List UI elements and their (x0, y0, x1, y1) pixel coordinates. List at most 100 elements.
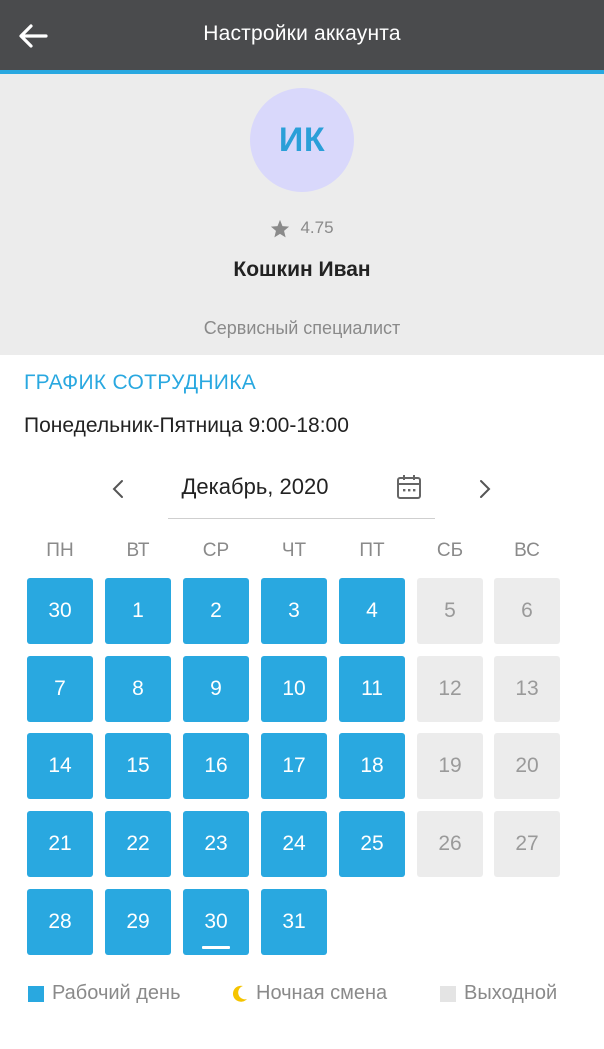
day-number: 15 (126, 754, 150, 777)
day-number: 4 (366, 599, 378, 622)
day-number: 20 (515, 754, 539, 777)
calendar-day-work[interactable]: 22 (105, 811, 171, 877)
calendar-day-work[interactable]: 30 (183, 889, 249, 955)
calendar-picker-button[interactable] (394, 472, 424, 502)
weekday-label: ПН (46, 540, 74, 561)
legend-night: Ночная смена (232, 982, 387, 1005)
work-day-swatch (28, 985, 44, 1002)
calendar-day-work[interactable]: 8 (105, 656, 171, 722)
day-number: 31 (282, 910, 306, 933)
calendar-day-off[interactable]: 6 (494, 578, 560, 644)
day-number: 30 (48, 599, 72, 622)
day-number: 10 (282, 677, 306, 700)
day-number: 8 (132, 677, 144, 700)
day-number: 12 (438, 677, 462, 700)
day-number: 6 (521, 599, 533, 622)
day-number: 27 (515, 832, 539, 855)
day-number: 16 (204, 754, 228, 777)
day-number: 9 (210, 677, 222, 700)
calendar-day-work[interactable]: 23 (183, 811, 249, 877)
calendar-day-off[interactable]: 12 (417, 656, 483, 722)
avatar-initials: ИК (278, 120, 326, 159)
user-name: Кошкин Иван (233, 258, 371, 281)
legend-night-label: Ночная смена (256, 982, 388, 1004)
calendar-day-work[interactable]: 30 (27, 578, 93, 644)
calendar-day-work[interactable]: 7 (27, 656, 93, 722)
calendar-day-work[interactable]: 24 (261, 811, 327, 877)
calendar-day-work[interactable]: 31 (261, 889, 327, 955)
calendar-day-work[interactable]: 1 (105, 578, 171, 644)
star-icon (271, 219, 290, 237)
calendar-day-work[interactable]: 28 (27, 889, 93, 955)
rating: 4.75 (0, 218, 604, 238)
weekday-label: ПТ (359, 540, 385, 561)
day-number: 29 (126, 910, 150, 933)
weekday-label: ЧТ (281, 540, 307, 561)
prev-month-button[interactable] (104, 474, 132, 504)
calendar-day-work[interactable]: 3 (261, 578, 327, 644)
user-role: Сервисный специалист (203, 318, 401, 338)
day-number: 24 (282, 832, 306, 855)
month-underline (168, 518, 435, 519)
schedule-title: ГРАФИК СОТРУДНИКА (24, 371, 257, 394)
day-number: 18 (360, 754, 384, 777)
calendar-day-off[interactable]: 5 (417, 578, 483, 644)
calendar-day-off[interactable]: 19 (417, 733, 483, 799)
page-title: Настройки аккаунта (203, 22, 401, 45)
calendar-day-work[interactable]: 9 (183, 656, 249, 722)
legend-off-label: Выходной (464, 982, 558, 1004)
legend-work: Рабочий день (28, 982, 181, 1005)
today-indicator (202, 946, 230, 949)
app-header: Настройки аккаунта (0, 0, 604, 70)
day-number: 5 (444, 599, 456, 622)
day-number: 3 (288, 599, 300, 622)
day-off-swatch (440, 985, 456, 1002)
weekday-header: ПН ВТ СР ЧТ ПТ СБ ВС (0, 540, 604, 564)
day-number: 2 (210, 599, 222, 622)
weekday-label: ВТ (126, 540, 150, 561)
day-number: 23 (204, 832, 228, 855)
calendar-day-work[interactable]: 29 (105, 889, 171, 955)
day-number: 19 (438, 754, 462, 777)
calendar-day-work[interactable]: 18 (339, 733, 405, 799)
chevron-left-icon (112, 480, 123, 498)
legend: Рабочий день Ночная смена Выходной (0, 980, 604, 1010)
calendar-day-work[interactable]: 16 (183, 733, 249, 799)
calendar-day-work[interactable]: 25 (339, 811, 405, 877)
rating-value: 4.75 (300, 218, 334, 237)
day-number: 14 (48, 754, 72, 777)
day-number: 28 (48, 910, 72, 933)
day-number: 25 (360, 832, 384, 855)
legend-work-label: Рабочий день (52, 982, 181, 1004)
calendar-day-off[interactable]: 26 (417, 811, 483, 877)
day-number: 7 (54, 677, 66, 700)
profile-card: ИК 4.75 Кошкин Иван Сервисный специалист (0, 74, 604, 355)
chevron-right-icon (480, 480, 491, 498)
calendar-day-work[interactable]: 4 (339, 578, 405, 644)
calendar-day-off[interactable]: 27 (494, 811, 560, 877)
avatar[interactable]: ИК (250, 88, 354, 192)
calendar-day-off[interactable]: 20 (494, 733, 560, 799)
legend-off: Выходной (440, 982, 557, 1005)
calendar-day-work[interactable]: 11 (339, 656, 405, 722)
day-number: 17 (282, 754, 306, 777)
moon-icon (232, 985, 247, 1002)
weekday-label: ВС (514, 540, 540, 561)
calendar-day-work[interactable]: 10 (261, 656, 327, 722)
next-month-button[interactable] (471, 474, 499, 504)
day-number: 11 (361, 677, 383, 700)
calendar-day-work[interactable]: 17 (261, 733, 327, 799)
day-number: 21 (48, 832, 72, 855)
month-label[interactable]: Декабрь, 2020 (150, 474, 360, 500)
calendar-day-work[interactable]: 2 (183, 578, 249, 644)
calendar-day-work[interactable]: 21 (27, 811, 93, 877)
day-number: 30 (204, 910, 228, 933)
calendar-day-work[interactable]: 15 (105, 733, 171, 799)
day-number: 22 (126, 832, 150, 855)
calendar-icon (397, 475, 421, 499)
calendar-day-work[interactable]: 14 (27, 733, 93, 799)
day-number: 1 (132, 599, 144, 622)
weekday-label: СБ (436, 540, 464, 561)
calendar-day-off[interactable]: 13 (494, 656, 560, 722)
schedule-hours: Понедельник-Пятница 9:00-18:00 (24, 414, 349, 437)
